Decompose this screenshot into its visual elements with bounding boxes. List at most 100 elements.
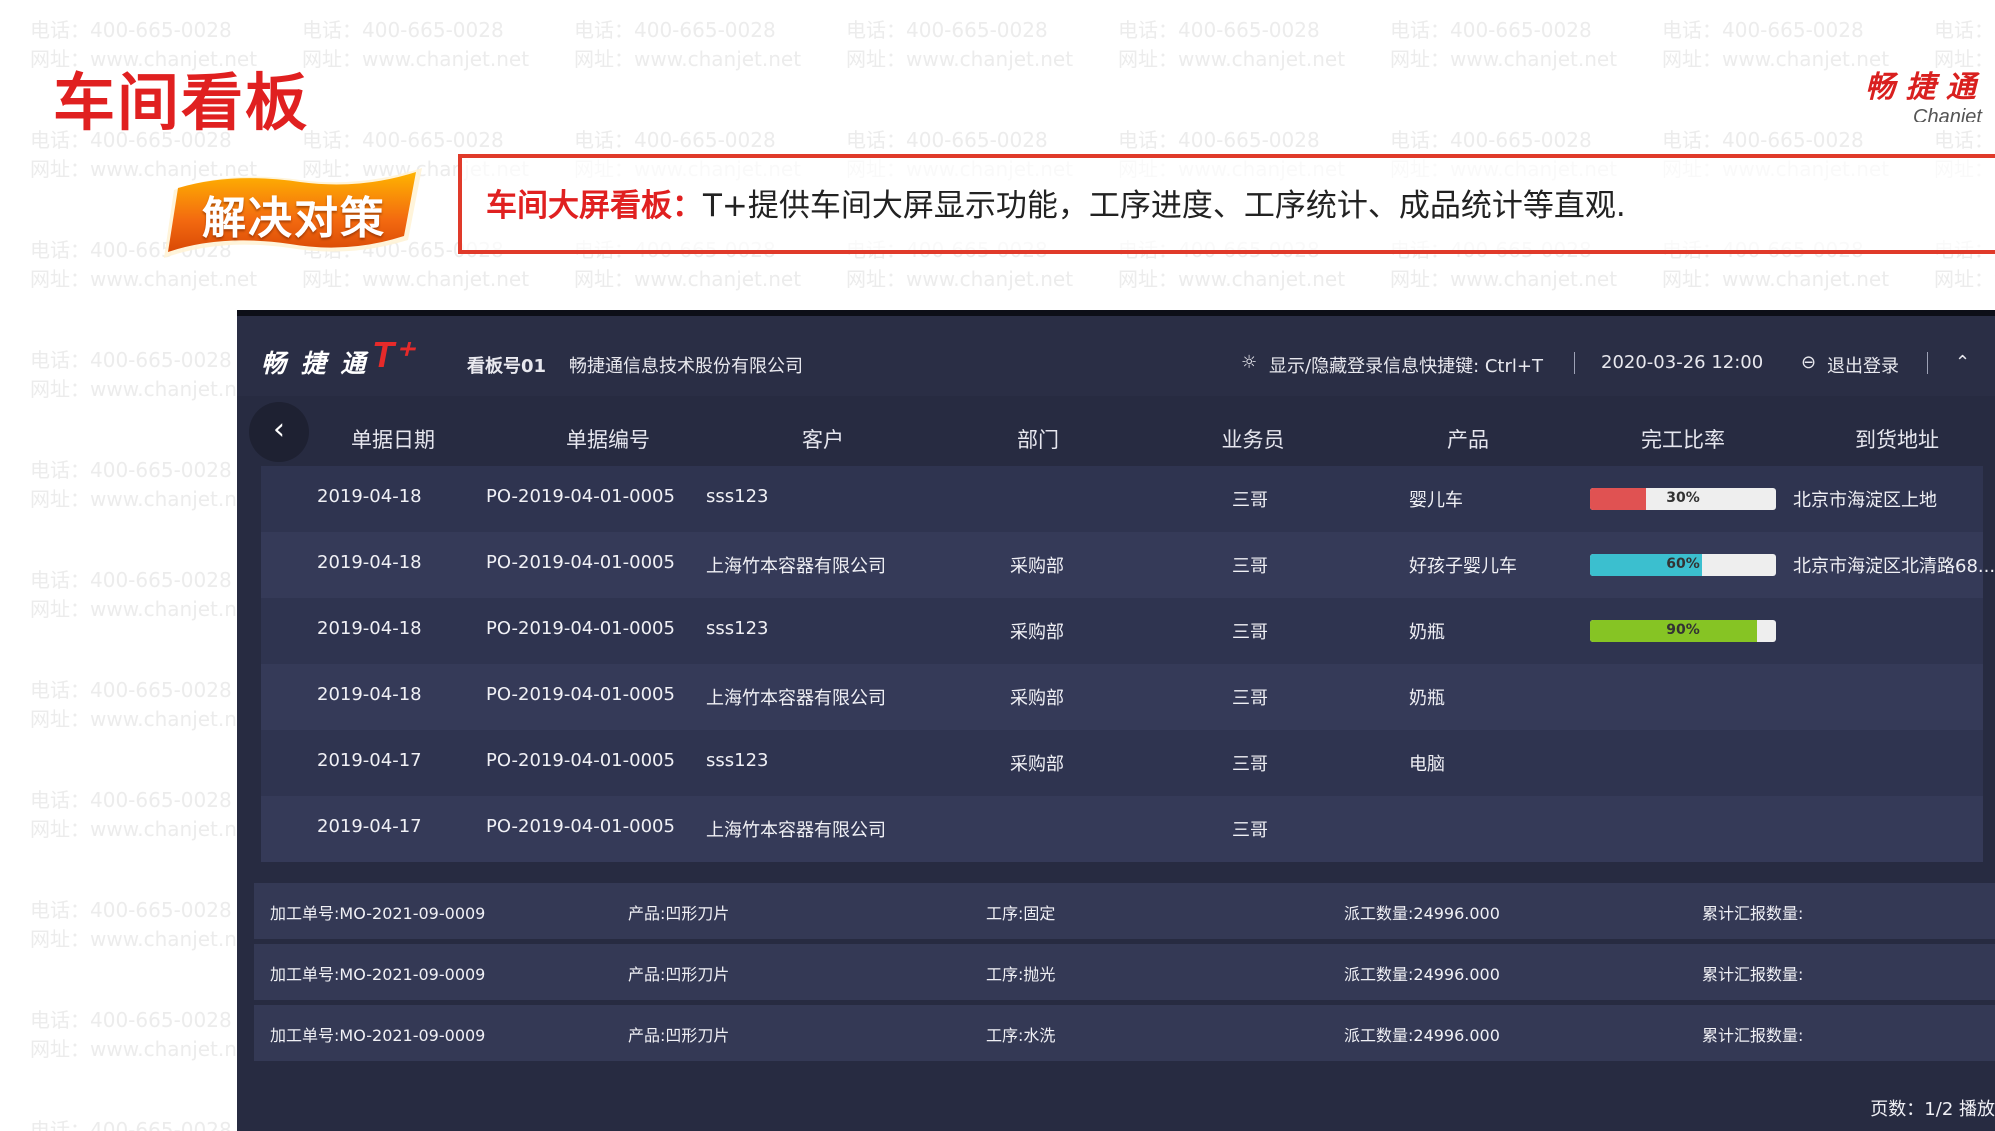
job-row[interactable]: 加工单号:MO-2021-09-0009 产品:凹形刀片 工序:抛光 派工数量:249… xyxy=(254,944,1995,1000)
watermark-phone: 电话：400-665-0028 xyxy=(30,458,232,482)
solution-badge: 解决对策 xyxy=(160,162,428,262)
watermark-text: 电话：400-665-0028网址：www.chanjet.net xyxy=(1390,16,1617,74)
column-header: 到货地址 xyxy=(1855,428,1939,452)
watermark-phone: 电话：400-665-0028 xyxy=(30,1118,232,1131)
dashboard-header: 畅 捷 通 T⁺ 看板号01 畅捷通信息技术股份有限公司 ☼ 显示/隐藏登录信息… xyxy=(237,316,1995,396)
watermark-phone: 电话：400-665-0028 xyxy=(846,128,1048,152)
description: 车间大屏看板：T+提供车间大屏显示功能，工序进度、工序统计、成品统计等直观. xyxy=(486,180,1626,225)
row-date: 2019-04-17 xyxy=(317,816,422,837)
row-product: 电脑 xyxy=(1409,754,1445,775)
chevron-up-icon[interactable]: ⌃ xyxy=(1955,352,1970,373)
column-header: 客户 xyxy=(802,428,844,452)
job-product: 产品:凹形刀片 xyxy=(628,965,730,984)
job-process: 工序:固定 xyxy=(986,904,1056,923)
watermark-phone: 电话：400-665-0028 xyxy=(1118,128,1320,152)
watermark-site: 网址：www.chanjet.net xyxy=(846,267,1074,291)
watermark-phone: 电话：400-665-0028 xyxy=(302,128,504,152)
row-salesman: 三哥 xyxy=(1232,490,1268,511)
watermark-phone: 电话：400-665-0028 xyxy=(1662,18,1864,42)
watermark-site: 网址：www.chanjet.net xyxy=(30,487,258,511)
row-department: 采购部 xyxy=(1010,754,1064,775)
row-product: 婴儿车 xyxy=(1409,490,1463,511)
table-row[interactable]: 2019-04-18 PO-2019-04-01-0005 sss123 采购部 三哥 奶… xyxy=(261,598,1983,664)
watermark-text: 电话：400-665-0028网址：www.chanjet.net xyxy=(30,566,257,624)
logout-icon[interactable]: ⊖ xyxy=(1801,352,1816,373)
row-code: PO-2019-04-01-0005 xyxy=(486,618,675,639)
watermark-site: 网址：www.chanjet.net xyxy=(30,377,258,401)
table-row[interactable]: 2019-04-18 PO-2019-04-01-0005 上海竹本容器有限公司 采购… xyxy=(261,532,1995,598)
row-date: 2019-04-18 xyxy=(317,486,422,507)
progress-label: 90% xyxy=(1666,622,1700,638)
table-row[interactable]: 2019-04-17 PO-2019-04-01-0005 上海竹本容器有限公司 三哥 xyxy=(261,796,1983,862)
row-product: 奶瓶 xyxy=(1409,688,1445,709)
watermark-phone: 电话：400-665-0028 xyxy=(30,18,232,42)
watermark-text: 电话：400-665-0028网址：www.chanjet.net xyxy=(30,1116,257,1131)
job-product: 产品:凹形刀片 xyxy=(628,1026,730,1045)
row-code: PO-2019-04-01-0005 xyxy=(486,816,675,837)
header-divider-2 xyxy=(1927,352,1928,374)
logo-en: Chanjet xyxy=(1913,106,1982,122)
job-process: 工序:抛光 xyxy=(986,965,1056,984)
column-header: 完工比率 xyxy=(1641,428,1725,452)
watermark-text: 电话：400-665-0028网址：www.chanjet.net xyxy=(30,786,257,844)
table-row[interactable]: 2019-04-18 PO-2019-04-01-0005 上海竹本容器有限公司 采购… xyxy=(261,664,1983,730)
table-row[interactable]: 2019-04-18 PO-2019-04-01-0005 sss123 三哥 婴儿车 北… xyxy=(261,466,1983,532)
row-code: PO-2019-04-01-0005 xyxy=(486,684,675,705)
column-header: 产品 xyxy=(1447,428,1489,452)
watermark-site: 网址：www.chanjet.net xyxy=(30,927,258,951)
job-product: 产品:凹形刀片 xyxy=(628,904,730,923)
job-order-number: 加工单号:MO-2021-09-0009 xyxy=(270,965,486,984)
table-header: 单据日期 单据编号 客户 部门 业务员 产品 完工比率 到货地址 xyxy=(261,406,1983,466)
slide: 电话：400-665-0028 网址：www.chanjet.net 电话：400-… xyxy=(0,0,1995,1131)
job-dispatch-qty: 派工数量:24996.000 xyxy=(1344,965,1500,984)
row-department: 采购部 xyxy=(1010,622,1064,643)
row-customer: 上海竹本容器有限公司 xyxy=(706,688,886,709)
row-salesman: 三哥 xyxy=(1232,556,1268,577)
logout-link[interactable]: 退出登录 xyxy=(1827,352,1899,378)
column-header: 业务员 xyxy=(1221,428,1285,452)
watermark-text: 电话：400-665-0028网址：www.chanjet.net xyxy=(30,1006,257,1064)
watermark-phone: 电话：400-665-0028 xyxy=(1390,18,1592,42)
job-reported-qty: 累计汇报数量: xyxy=(1702,965,1804,984)
lightbulb-icon: ☼ xyxy=(1241,352,1258,373)
row-department: 采购部 xyxy=(1010,556,1064,577)
watermark-phone: 电话：400-665-0028 xyxy=(1662,128,1864,152)
row-date: 2019-04-18 xyxy=(317,618,422,639)
watermark-site: 网址：www.chanjet.net xyxy=(574,47,802,71)
chevron-left-icon: ‹ xyxy=(273,412,285,447)
watermark-site: 网址：www.chanjet.net xyxy=(1118,47,1346,71)
row-date: 2019-04-17 xyxy=(317,750,422,771)
board-number: 看板号01 xyxy=(467,356,547,377)
header-divider xyxy=(1574,352,1575,374)
watermark-phone: 电话：400-665-0028 xyxy=(30,678,232,702)
job-reported-qty: 累计汇报数量: xyxy=(1702,904,1804,923)
watermark-phone: 电话：400-665-0028 xyxy=(574,18,776,42)
job-dispatch-qty: 派工数量:24996.000 xyxy=(1344,904,1500,923)
watermark-site: 网址：www.chanjet.net xyxy=(30,597,258,621)
job-order-number: 加工单号:MO-2021-09-0009 xyxy=(270,904,486,923)
watermark-site: 网址：www.chanjet.net xyxy=(1662,267,1890,291)
watermark-text: 电话：400-665-0028网址：www.chanjet.net xyxy=(846,16,1073,74)
row-department: 采购部 xyxy=(1010,688,1064,709)
job-order-number: 加工单号:MO-2021-09-0009 xyxy=(270,1026,486,1045)
watermark-site: 网址：www.chanjet.net xyxy=(1662,47,1890,71)
watermark-phone: 电话：400-665-0028 xyxy=(30,348,232,372)
watermark-text: 电话：400-665-0028网址：www.chanjet.net xyxy=(1118,16,1345,74)
table-row[interactable]: 2019-04-17 PO-2019-04-01-0005 sss123 采购部 三哥 电… xyxy=(261,730,1983,796)
row-customer: 上海竹本容器有限公司 xyxy=(706,820,886,841)
description-highlight: 车间大屏看板： xyxy=(486,188,703,224)
brand-name: 畅 捷 通 xyxy=(261,349,369,378)
column-header: 单据编号 xyxy=(566,428,650,452)
watermark-site: 网址：www.chanjet.net xyxy=(30,1037,258,1061)
row-date: 2019-04-18 xyxy=(317,684,422,705)
row-salesman: 三哥 xyxy=(1232,622,1268,643)
row-date: 2019-04-18 xyxy=(317,552,422,573)
column-header: 单据日期 xyxy=(351,428,435,452)
shortcut-hint[interactable]: 显示/隐藏登录信息快捷键: Ctrl+T xyxy=(1269,352,1543,378)
job-row[interactable]: 加工单号:MO-2021-09-0009 产品:凹形刀片 工序:固定 派工数量:249… xyxy=(254,883,1995,939)
watermark-phone: 电话：400-665-0028 xyxy=(302,18,504,42)
back-button[interactable]: ‹ xyxy=(249,402,309,462)
job-row[interactable]: 加工单号:MO-2021-09-0009 产品:凹形刀片 工序:水洗 派工数量:249… xyxy=(254,1005,1995,1061)
row-code: PO-2019-04-01-0005 xyxy=(486,750,675,771)
watermark-site: 网址：www.chanjet.net xyxy=(302,47,530,71)
